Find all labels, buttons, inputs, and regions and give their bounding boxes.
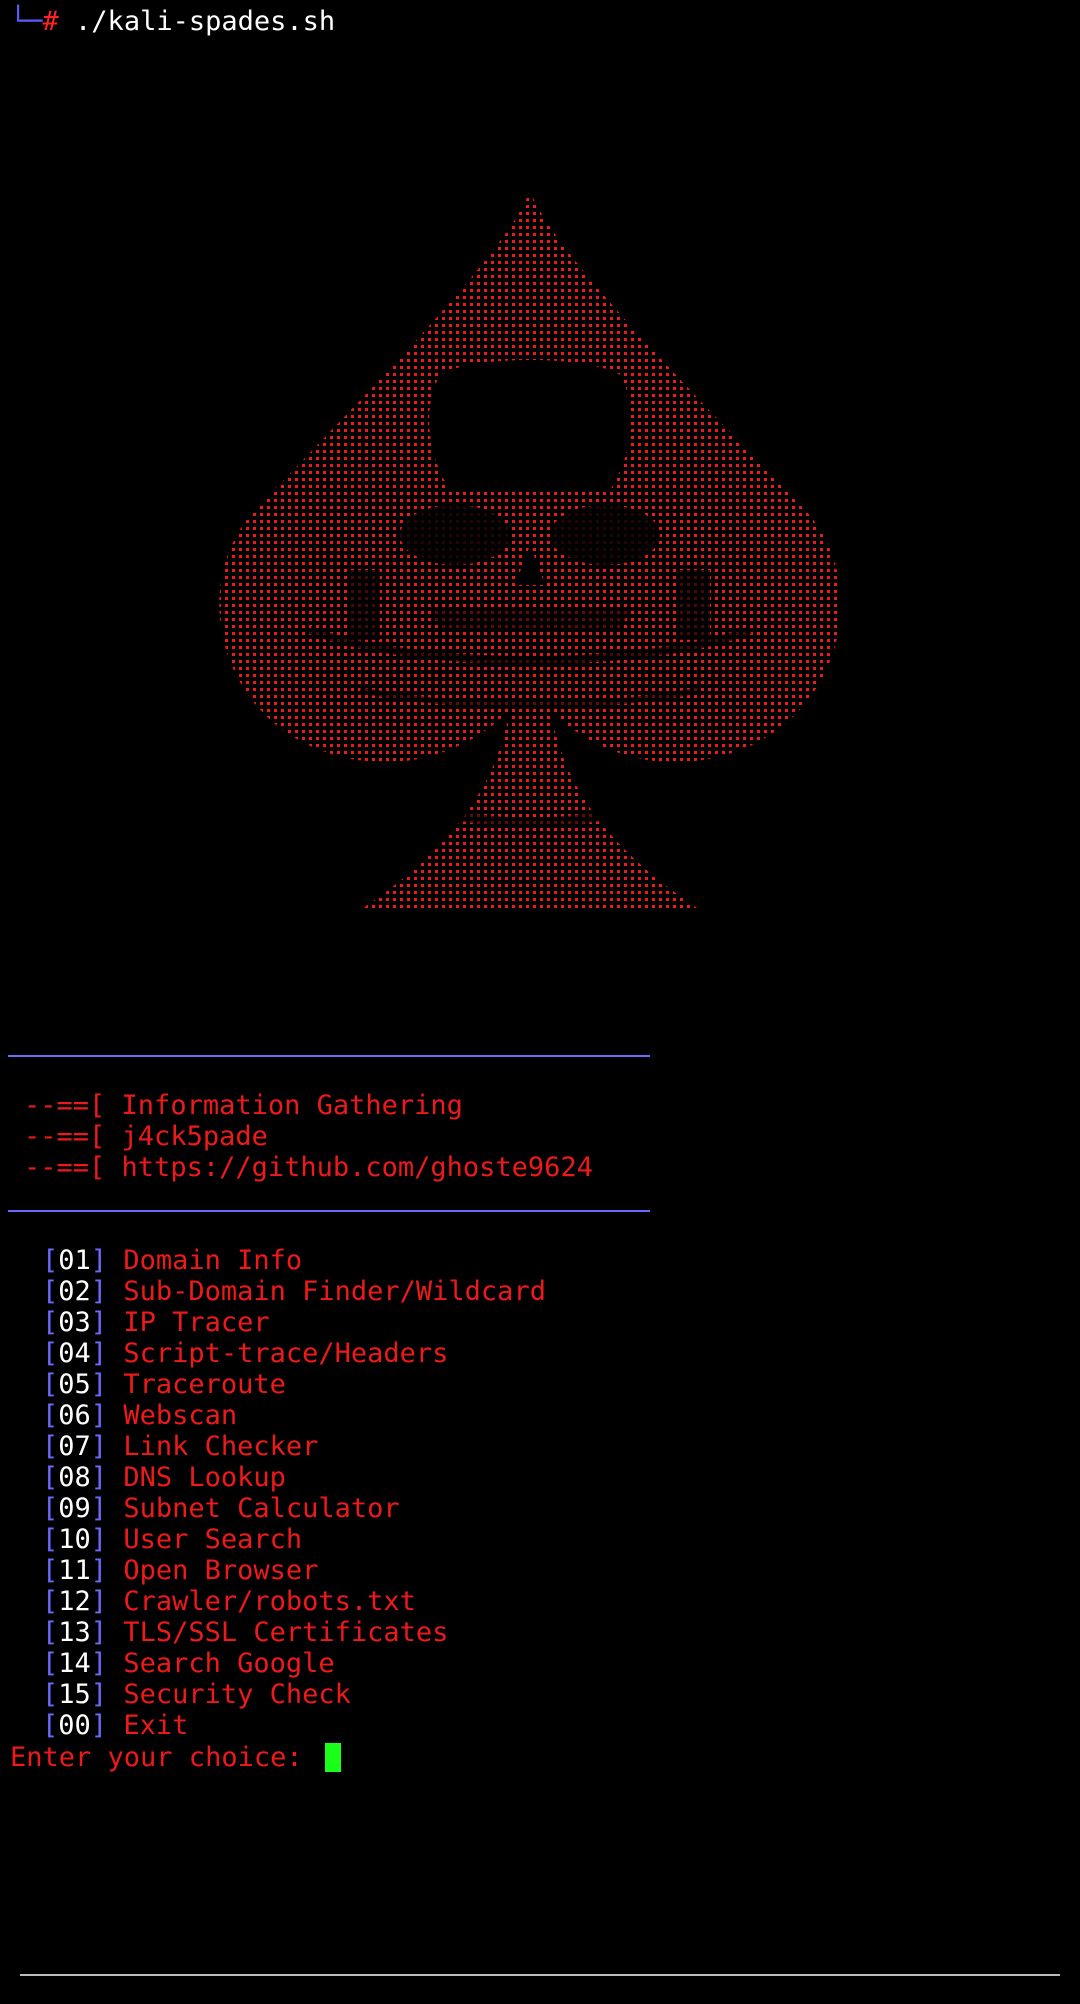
choice-prompt-label: Enter your choice: bbox=[10, 1742, 319, 1773]
menu-item-crawler: [12] Crawler/robots.txt bbox=[42, 1586, 416, 1617]
terminal-window[interactable]: └─# ./kali-spades.sh --==[Information G… bbox=[0, 0, 1080, 2004]
menu-list: [01] Domain Info [02] Sub-Domain Finder/… bbox=[42, 1245, 546, 1741]
menu-item-dns-lookup: [08] DNS Lookup bbox=[42, 1462, 286, 1493]
prompt-command: ./kali-spades.sh bbox=[75, 6, 336, 37]
bottom-divider bbox=[20, 1974, 1060, 1976]
menu-item-script-trace: [04] Script-trace/Headers bbox=[42, 1338, 449, 1369]
menu-item-traceroute: [05] Traceroute bbox=[42, 1369, 286, 1400]
info-line-author: --==[ j4ck5pade bbox=[24, 1121, 268, 1152]
menu-item-subdomain-finder: [02] Sub-Domain Finder/Wildcard bbox=[42, 1276, 546, 1307]
choice-input-line[interactable]: Enter your choice: bbox=[10, 1742, 341, 1773]
menu-item-user-search: [10] User Search bbox=[42, 1524, 303, 1555]
info-line-url: --==[ https://github.com/ghoste9624 bbox=[24, 1152, 593, 1183]
menu-item-tls-ssl: [13] TLS/SSL Certificates bbox=[42, 1617, 449, 1648]
info-line-title: --==[ Information Gathering bbox=[24, 1090, 463, 1121]
prompt-tree: └─ bbox=[10, 6, 43, 37]
info-block: --==[ Information Gathering --==[ j4ck5p… bbox=[24, 1090, 593, 1183]
menu-item-search-google: [14] Search Google bbox=[42, 1648, 335, 1679]
menu-item-domain-info: [01] Domain Info bbox=[42, 1245, 303, 1276]
menu-item-subnet-calculator: [09] Subnet Calculator bbox=[42, 1493, 400, 1524]
divider-top bbox=[8, 1055, 650, 1057]
prompt-symbol: # bbox=[42, 6, 59, 37]
menu-item-webscan: [06] Webscan bbox=[42, 1400, 238, 1431]
divider-bottom bbox=[8, 1210, 650, 1212]
spade-skull-ascii-art bbox=[210, 190, 850, 930]
menu-item-ip-tracer: [03] IP Tracer bbox=[42, 1307, 270, 1338]
menu-item-link-checker: [07] Link Checker bbox=[42, 1431, 319, 1462]
menu-item-open-browser: [11] Open Browser bbox=[42, 1555, 319, 1586]
menu-item-security-check: [15] Security Check bbox=[42, 1679, 351, 1710]
text-cursor[interactable] bbox=[324, 1743, 341, 1772]
shell-prompt: └─# ./kali-spades.sh bbox=[10, 6, 335, 37]
menu-item-exit: [00] Exit bbox=[42, 1710, 189, 1741]
